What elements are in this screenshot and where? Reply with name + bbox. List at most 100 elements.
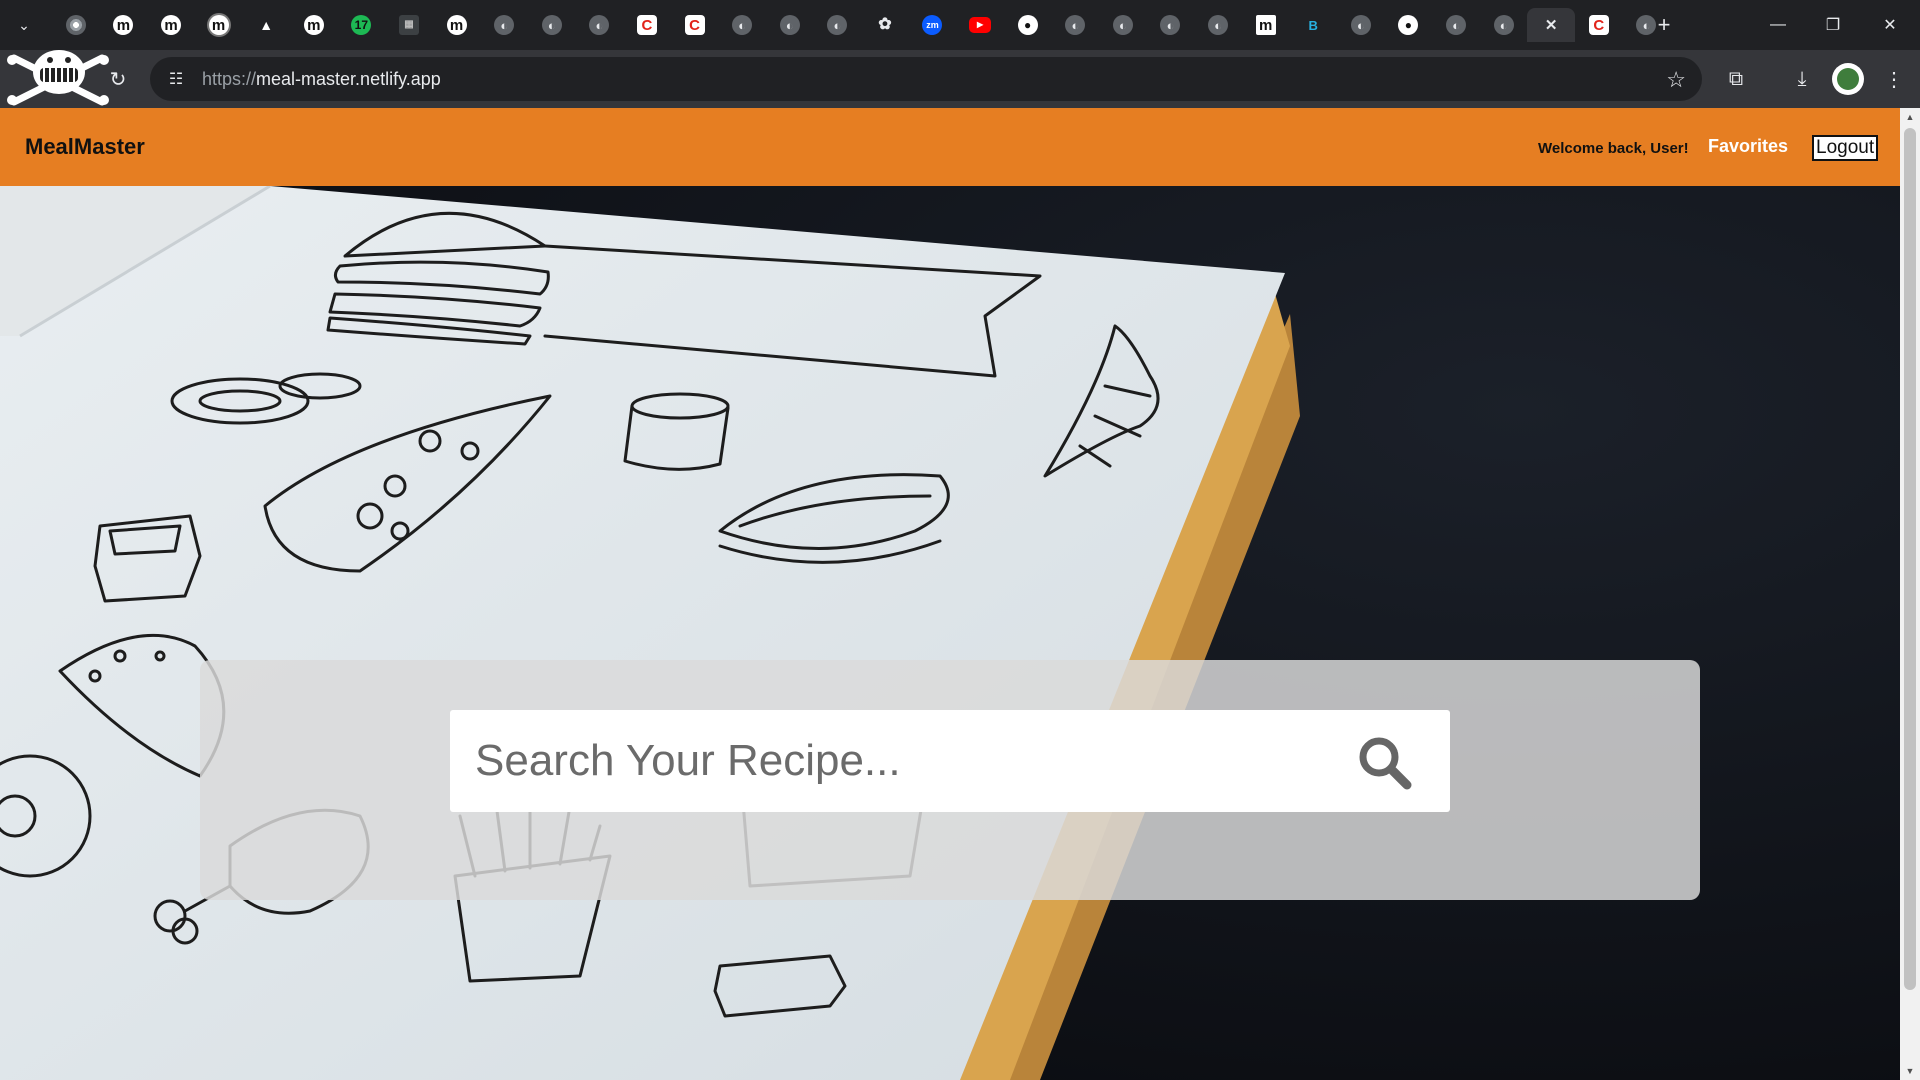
close-icon[interactable]: ✕ bbox=[1541, 15, 1561, 35]
browser-tab[interactable]: ◐ bbox=[576, 8, 624, 42]
url-host: meal-master.netlify.app bbox=[256, 68, 441, 89]
search-panel bbox=[200, 660, 1700, 900]
plus-icon[interactable]: + bbox=[1651, 12, 1677, 38]
chrome-icon bbox=[65, 15, 86, 35]
window-close-icon[interactable]: ✕ bbox=[1870, 10, 1910, 40]
browser-tab[interactable]: ◐ bbox=[1051, 8, 1099, 42]
medium-icon: m bbox=[446, 15, 467, 35]
globe-icon: ◐ bbox=[1112, 15, 1133, 35]
scroll-thumb[interactable] bbox=[1904, 128, 1916, 990]
browser-tab[interactable]: C bbox=[671, 8, 719, 42]
favorites-link[interactable]: Favorites bbox=[1708, 136, 1788, 157]
medium-icon: m bbox=[303, 15, 324, 35]
browser-tab[interactable]: m bbox=[100, 8, 148, 42]
globe-icon: ◐ bbox=[779, 15, 800, 35]
welcome-message: Welcome back, User! bbox=[1538, 140, 1689, 157]
chevron-down-icon[interactable]: ⌄ bbox=[10, 12, 38, 38]
youtube-icon: ▶ bbox=[969, 17, 992, 33]
globe-icon: ◐ bbox=[494, 15, 515, 35]
address-bar[interactable]: ☷ https://meal-master.netlify.app ☆ bbox=[150, 57, 1702, 101]
tab-list: m m m ▲ m 17 ▦ m ◐ ◐ ◐ C C ◐ ◐ ◐ ✿ zm ▶ ● ◐ ◐ ◐ ◐ m B ◐ ● ◐ ◐ ✕ C ◐ bbox=[52, 8, 1670, 42]
globe-icon: ◐ bbox=[1350, 15, 1371, 35]
logout-button[interactable]: Logout bbox=[1812, 135, 1879, 161]
browser-tab[interactable]: ◐ bbox=[1432, 8, 1480, 42]
drive-icon: ▲ bbox=[259, 17, 274, 33]
browser-tab-active[interactable]: ✕ bbox=[1527, 8, 1575, 42]
profile-mascot-logo-icon bbox=[7, 50, 109, 106]
browser-tab[interactable]: B bbox=[1289, 8, 1337, 42]
browser-tab[interactable]: ◐ bbox=[1337, 8, 1385, 42]
scroll-up-arrow-icon[interactable]: ▲ bbox=[1905, 112, 1915, 122]
kebab-menu-icon[interactable]: ⋮ bbox=[1879, 64, 1909, 94]
browser-tab[interactable]: ▦ bbox=[385, 8, 433, 42]
medium-icon: m bbox=[208, 15, 229, 35]
browser-tab[interactable]: ◐ bbox=[766, 8, 814, 42]
globe-icon: ◐ bbox=[1065, 15, 1086, 35]
codeforces-red-icon: C bbox=[636, 15, 657, 35]
browser-tab[interactable]: ● bbox=[1385, 8, 1433, 42]
download-icon[interactable]: ⤓ bbox=[1787, 64, 1817, 94]
url-text[interactable]: https://meal-master.netlify.app bbox=[202, 69, 441, 90]
medium-m-icon: m bbox=[1255, 15, 1276, 35]
browser-tab[interactable]: ◐ bbox=[480, 8, 528, 42]
globe-icon: ◐ bbox=[1493, 15, 1514, 35]
food-doodle-notebook-background-image bbox=[0, 186, 1900, 1080]
browser-tab[interactable]: C bbox=[623, 8, 671, 42]
browser-tab[interactable]: ▶ bbox=[956, 8, 1004, 42]
browser-tab[interactable]: m bbox=[195, 8, 243, 42]
qr-grid-icon: ▦ bbox=[398, 15, 419, 35]
globe-icon: ◐ bbox=[541, 15, 562, 35]
globe-icon: ◐ bbox=[589, 15, 610, 35]
browser-tab-strip: ⌄ m m m ▲ m 17 ▦ m ◐ ◐ ◐ C C ◐ ◐ ◐ ✿ zm ▶ ● ◐ ◐ ◐ ◐ m B ◐ ● ◐ ◐ ✕ C ◐ + … bbox=[0, 0, 1920, 50]
medium-icon: m bbox=[160, 15, 181, 35]
globe-icon: ◐ bbox=[732, 15, 753, 35]
browser-tab[interactable]: m bbox=[147, 8, 195, 42]
globe-icon: ◐ bbox=[1446, 15, 1467, 35]
globe-icon: ◐ bbox=[1160, 15, 1181, 35]
hero-section bbox=[0, 186, 1900, 1080]
navbar: MealMaster Welcome back, User! Favorites… bbox=[0, 108, 1900, 186]
url-scheme: https:// bbox=[202, 68, 257, 89]
browser-tab[interactable]: ◐ bbox=[528, 8, 576, 42]
chatgpt-icon: ✿ bbox=[878, 16, 892, 33]
browser-tab[interactable]: ◐ bbox=[718, 8, 766, 42]
star-icon[interactable]: ☆ bbox=[1666, 67, 1686, 93]
zoom-icon: zm bbox=[922, 15, 943, 35]
tune-icon[interactable]: ☷ bbox=[164, 69, 188, 89]
page-viewport: MealMaster Welcome back, User! Favorites… bbox=[0, 108, 1900, 1080]
search-icon[interactable] bbox=[1355, 734, 1413, 790]
codeforces-red-icon: C bbox=[684, 15, 705, 35]
browser-tab[interactable]: 17 bbox=[338, 8, 386, 42]
b-icon: B bbox=[1308, 17, 1318, 33]
spotify-icon: 17 bbox=[351, 15, 372, 35]
page-scrollbar[interactable]: ▲ ▼ bbox=[1900, 108, 1920, 1080]
browser-tab[interactable]: ● bbox=[1004, 8, 1052, 42]
search-box bbox=[450, 710, 1450, 812]
reload-icon[interactable]: ↻ bbox=[104, 65, 132, 93]
minimize-icon[interactable]: — bbox=[1758, 10, 1798, 40]
browser-tab[interactable]: C bbox=[1575, 8, 1623, 42]
puzzle-icon[interactable]: ⧉ bbox=[1721, 64, 1751, 94]
browser-tab[interactable]: ◐ bbox=[814, 8, 862, 42]
browser-tab[interactable]: m bbox=[433, 8, 481, 42]
scroll-down-arrow-icon[interactable]: ▼ bbox=[1905, 1066, 1915, 1076]
browser-tab[interactable]: m bbox=[1242, 8, 1290, 42]
globe-icon: ◐ bbox=[1208, 15, 1229, 35]
restore-icon[interactable]: ❐ bbox=[1813, 10, 1853, 40]
github-icon: ● bbox=[1017, 15, 1038, 35]
browser-tab[interactable]: ◐ bbox=[1099, 8, 1147, 42]
browser-tab[interactable]: m bbox=[290, 8, 338, 42]
browser-tab[interactable]: ✿ bbox=[861, 8, 909, 42]
avatar-image bbox=[1837, 68, 1859, 90]
browser-tab[interactable]: zm bbox=[909, 8, 957, 42]
search-input[interactable] bbox=[450, 710, 1330, 812]
browser-tab[interactable]: ◐ bbox=[1194, 8, 1242, 42]
browser-tab[interactable]: ▲ bbox=[242, 8, 290, 42]
brand-logo-text[interactable]: MealMaster bbox=[25, 134, 145, 160]
browser-tab[interactable]: ◐ bbox=[1480, 8, 1528, 42]
browser-toolbar: ↻ ☷ https://meal-master.netlify.app ☆ ⧉ … bbox=[0, 50, 1920, 108]
avatar[interactable] bbox=[1832, 63, 1864, 95]
browser-tab[interactable] bbox=[52, 8, 100, 42]
browser-tab[interactable]: ◐ bbox=[1147, 8, 1195, 42]
medium-icon: m bbox=[113, 15, 134, 35]
